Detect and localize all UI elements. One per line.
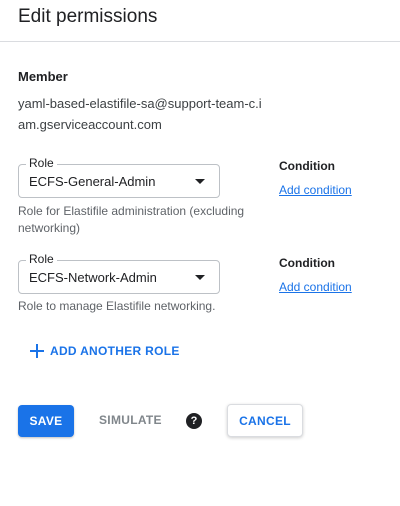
plus-icon — [30, 344, 44, 358]
help-icon[interactable]: ? — [186, 413, 202, 429]
save-button[interactable]: SAVE — [18, 405, 74, 437]
add-another-role-label: ADD ANOTHER ROLE — [50, 344, 180, 358]
member-value: yaml-based-elastifile-sa@support-team-c.… — [18, 96, 262, 132]
condition-label-1: Condition — [279, 159, 335, 173]
role-select-2-value: ECFS-Network-Admin — [29, 270, 157, 285]
role-select-2[interactable]: Role ECFS-Network-Admin — [18, 252, 220, 294]
role-select-1-value: ECFS-General-Admin — [29, 174, 156, 189]
role-description-1: Role for Elastifile administration (excl… — [18, 204, 245, 235]
member-label: Member — [18, 69, 68, 84]
add-another-role-button[interactable]: ADD ANOTHER ROLE — [30, 340, 180, 362]
add-condition-link-2[interactable]: Add condition — [279, 280, 352, 294]
role-select-2-label: Role — [26, 252, 57, 266]
dropdown-arrow-icon — [195, 179, 205, 184]
dialog-header: Edit permissions — [0, 0, 400, 42]
dropdown-arrow-icon — [195, 275, 205, 280]
condition-label-2: Condition — [279, 256, 335, 270]
role-select-1-label: Role — [26, 156, 57, 170]
cancel-button[interactable]: CANCEL — [227, 404, 303, 437]
dialog-title: Edit permissions — [18, 6, 158, 27]
add-condition-link-1[interactable]: Add condition — [279, 183, 352, 197]
simulate-button[interactable]: SIMULATE — [99, 413, 162, 427]
role-select-1[interactable]: Role ECFS-General-Admin — [18, 156, 220, 198]
role-description-2: Role to manage Elastifile networking. — [18, 299, 216, 313]
